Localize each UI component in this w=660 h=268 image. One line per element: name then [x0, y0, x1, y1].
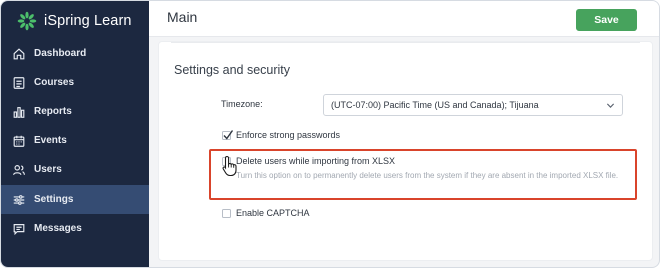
option-description: Turn this option on to permanently delet… [236, 171, 619, 180]
enable-captcha-option[interactable]: Enable CAPTCHA [222, 208, 310, 218]
sidebar-item-label: Dashboard [34, 48, 87, 59]
settings-icon [13, 194, 25, 205]
timezone-value: (UTC-07:00) Pacific Time (US and Canada)… [331, 100, 539, 110]
sidebar-item-label: Courses [34, 77, 75, 88]
enforce-strong-passwords-checkbox[interactable] [222, 129, 234, 140]
courses-icon [13, 76, 25, 89]
users-icon [13, 164, 25, 175]
settings-card: Settings and security Timezone: (UTC-07:… [158, 41, 653, 261]
sidebar-item-dashboard[interactable]: Dashboard [1, 39, 149, 68]
app-window: iSpring Learn Dashboard Courses Reports … [0, 0, 660, 268]
calendar-icon [13, 135, 25, 147]
page-title: Main [167, 9, 198, 25]
page-header: Main Save [149, 1, 659, 37]
option-label: Enforce strong passwords [236, 130, 341, 140]
delete-users-xlsx-option[interactable]: Delete users while importing from XLSX [222, 156, 395, 166]
hand-cursor-icon [222, 155, 237, 177]
sidebar-item-label: Messages [34, 223, 82, 234]
checkmark-icon [223, 129, 234, 140]
sidebar-item-label: Events [34, 135, 67, 146]
sidebar-item-courses[interactable]: Courses [1, 68, 149, 97]
enforce-strong-passwords-option[interactable]: Enforce strong passwords [222, 129, 341, 140]
home-icon [13, 47, 25, 59]
sidebar-item-reports[interactable]: Reports [1, 97, 149, 126]
sidebar-item-settings[interactable]: Settings [1, 185, 149, 214]
timezone-label: Timezone: [221, 99, 263, 109]
sidebar-item-events[interactable]: Events [1, 126, 149, 155]
messages-icon [13, 223, 25, 235]
save-button[interactable]: Save [576, 9, 637, 31]
enable-captcha-checkbox[interactable] [222, 208, 231, 218]
sidebar-item-users[interactable]: Users [1, 155, 149, 184]
option-label: Delete users while importing from XLSX [236, 156, 396, 166]
sidebar-item-label: Reports [34, 106, 72, 117]
reports-icon [13, 106, 25, 118]
sidebar-item-messages[interactable]: Messages [1, 214, 149, 243]
ispring-logo-icon [17, 11, 37, 31]
sidebar-item-label: Users [34, 164, 62, 175]
app-logo[interactable]: iSpring Learn [17, 10, 132, 32]
section-title: Settings and security [174, 63, 291, 77]
option-label: Enable CAPTCHA [236, 208, 310, 218]
sidebar: iSpring Learn Dashboard Courses Reports … [1, 1, 149, 267]
chevron-down-icon [606, 103, 615, 108]
divider [171, 42, 640, 43]
sidebar-item-label: Settings [34, 194, 74, 205]
timezone-select[interactable]: (UTC-07:00) Pacific Time (US and Canada)… [323, 94, 623, 116]
app-name: iSpring Learn [44, 13, 132, 29]
